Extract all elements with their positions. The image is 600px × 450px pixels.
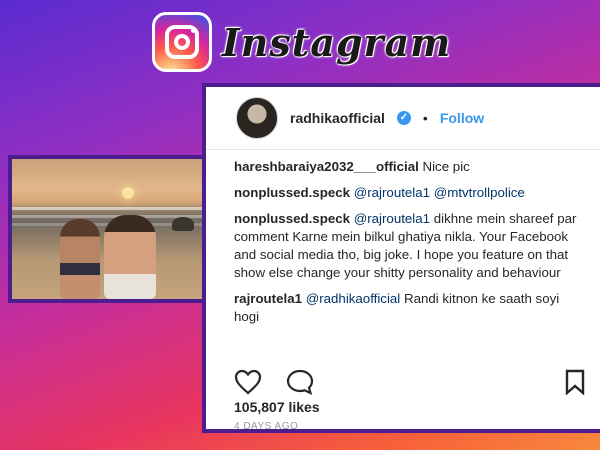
comment-item: hareshbaraiya2032___official Nice pic: [234, 158, 588, 176]
separator-dot: •: [422, 110, 428, 126]
instagram-logo-icon: [152, 12, 212, 72]
heart-icon[interactable]: [234, 369, 262, 395]
comment-username[interactable]: nonplussed.speck: [234, 211, 350, 226]
avatar[interactable]: [236, 97, 278, 139]
follow-button[interactable]: Follow: [440, 110, 484, 126]
comment-text: Nice pic: [422, 159, 470, 174]
comment-username[interactable]: rajroutela1: [234, 291, 302, 306]
post-actions: [234, 369, 586, 397]
post-header: radhikaofficial ✓ • Follow: [206, 87, 600, 150]
comment-username[interactable]: hareshbaraiya2032___official: [234, 159, 419, 174]
post-timestamp: 4 DAYS AGO: [234, 421, 299, 429]
instagram-brand: Instagram: [152, 12, 451, 72]
instagram-wordmark: Instagram: [222, 19, 452, 65]
comment-mentions[interactable]: @rajroutela1 @mtvtrollpolice: [354, 185, 525, 200]
comments-list: hareshbaraiya2032___official Nice pic no…: [206, 150, 600, 326]
comment-item: rajroutela1 @radhikaofficial Randi kitno…: [234, 290, 588, 326]
bookmark-icon[interactable]: [564, 369, 586, 395]
verified-badge-icon: ✓: [396, 111, 411, 125]
comment-item: nonplussed.speck @rajroutela1 dikhne mei…: [234, 210, 588, 282]
beach-photo-card: [8, 155, 208, 303]
comment-mentions[interactable]: @rajroutela1: [354, 211, 430, 226]
post-panel: radhikaofficial ✓ • Follow hareshbaraiya…: [206, 87, 600, 429]
comment-mentions[interactable]: @radhikaofficial: [306, 291, 401, 306]
comment-username[interactable]: nonplussed.speck: [234, 185, 350, 200]
comment-bubble-icon[interactable]: [286, 369, 314, 395]
comment-item: nonplussed.speck @rajroutela1 @mtvtrollp…: [234, 184, 588, 202]
likes-count[interactable]: 105,807 likes: [234, 399, 320, 415]
instagram-post-card: radhikaofficial ✓ • Follow hareshbaraiya…: [202, 83, 600, 433]
post-username[interactable]: radhikaofficial: [290, 110, 385, 126]
beach-couple-photo: [12, 159, 204, 299]
